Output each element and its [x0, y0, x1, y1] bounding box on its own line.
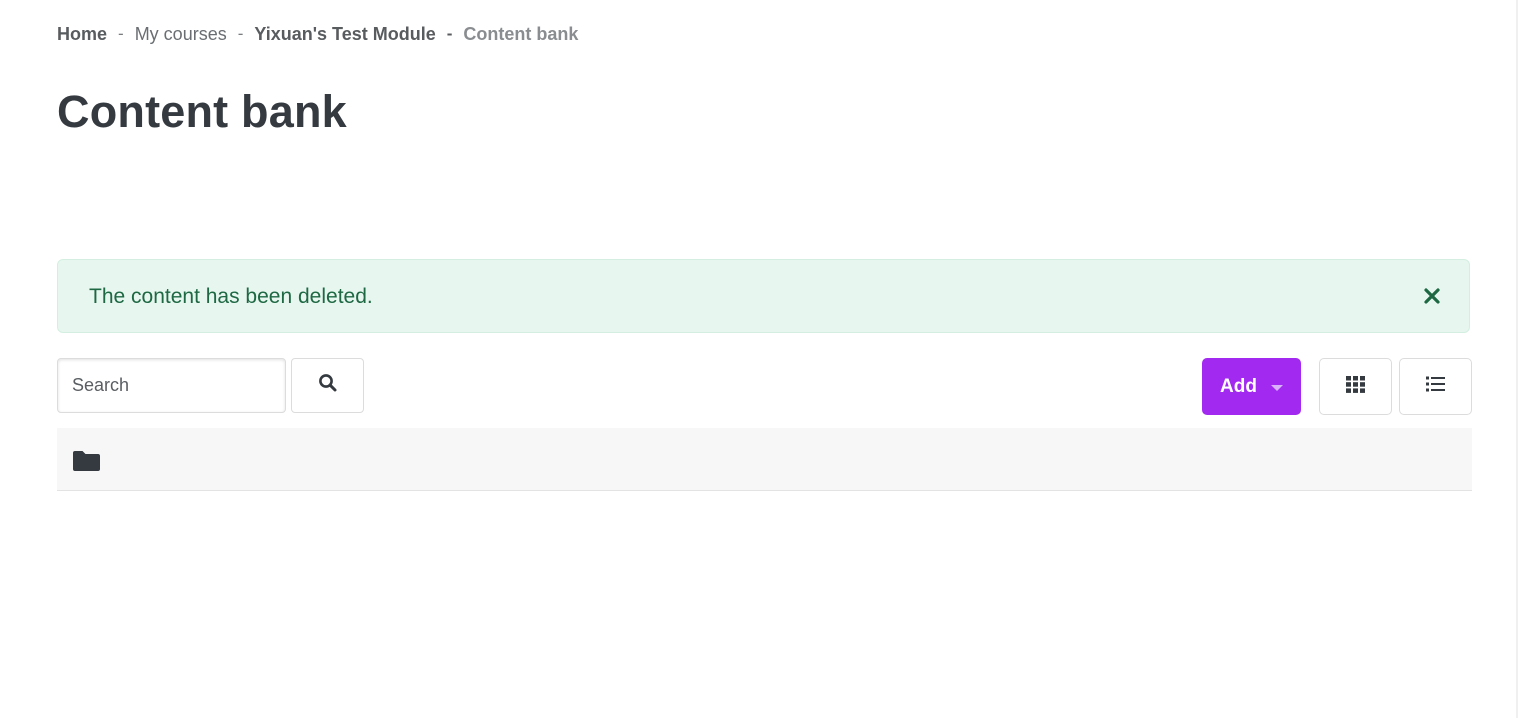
breadcrumb: Home - My courses - Yixuan's Test Module… — [57, 22, 578, 46]
search-input[interactable] — [57, 358, 286, 413]
breadcrumb-current: Content bank — [463, 23, 579, 44]
alert-message: The content has been deleted. — [89, 285, 373, 308]
grid-icon — [1346, 375, 1365, 398]
content-bank-page: Home - My courses - Yixuan's Test Module… — [0, 0, 1518, 718]
folder-icon[interactable] — [72, 450, 101, 472]
breadcrumb-separator: - — [237, 24, 244, 43]
breadcrumb-my-courses[interactable]: My courses — [135, 24, 227, 45]
breadcrumb-course[interactable]: Yixuan's Test Module — [254, 24, 435, 45]
chevron-down-icon — [1270, 385, 1283, 391]
add-button-label: Add — [1220, 375, 1257, 397]
folder-navigation-bar — [57, 428, 1472, 491]
search-icon — [318, 373, 338, 398]
list-view-button[interactable] — [1399, 358, 1472, 415]
breadcrumb-separator: - — [118, 24, 124, 43]
page-title: Content bank — [57, 86, 347, 137]
breadcrumb-home[interactable]: Home — [57, 24, 107, 45]
success-alert: The content has been deleted. — [57, 259, 1470, 333]
search-button[interactable] — [291, 358, 364, 413]
breadcrumb-separator: - — [446, 24, 453, 43]
grid-view-button[interactable] — [1319, 358, 1392, 415]
close-icon[interactable] — [1423, 287, 1441, 305]
list-icon — [1426, 376, 1445, 397]
add-button[interactable]: Add — [1202, 358, 1301, 415]
